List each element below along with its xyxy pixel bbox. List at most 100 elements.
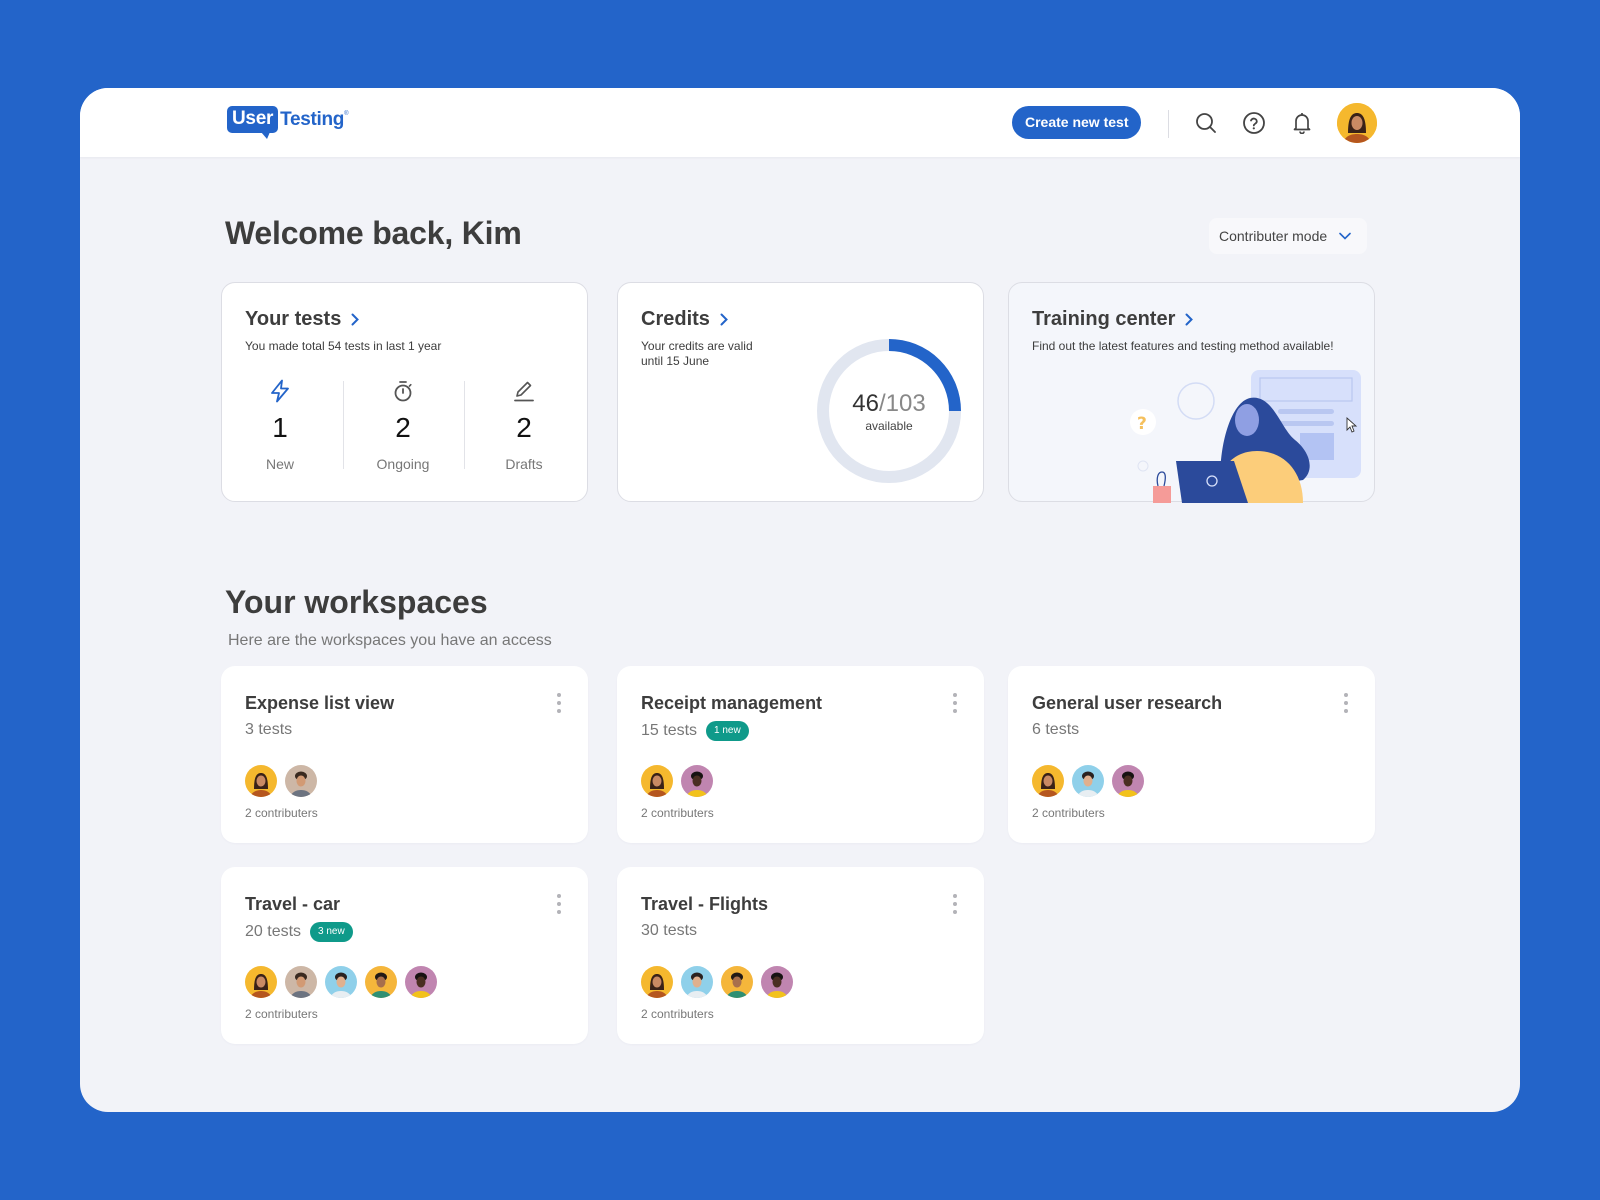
workspace-contributors: 2 contributers <box>245 806 318 820</box>
training-center-card: Training center Find out the latest feat… <box>1008 282 1375 503</box>
contributor-avatar[interactable] <box>245 765 277 797</box>
stat-ongoing-value: 2 <box>395 412 411 443</box>
create-new-test-button[interactable]: Create new test <box>1012 106 1142 139</box>
credits-subtitle: Your credits are valid until 15 June <box>641 339 753 369</box>
mode-dropdown-value: Contributer mode <box>1219 228 1328 244</box>
stat-ongoing[interactable]: 2 Ongoing <box>342 378 464 472</box>
workspace-name: Travel - Flights <box>641 894 769 914</box>
stopwatch-icon <box>342 378 464 404</box>
stat-new-label: New <box>265 456 294 472</box>
chevron-right-icon <box>720 313 728 326</box>
credits-subtitle-line2: until 15 June <box>641 354 710 368</box>
workspace-name: General user research <box>1032 693 1223 713</box>
contributor-avatar[interactable] <box>681 765 713 797</box>
stat-drafts[interactable]: 2 Drafts <box>463 378 585 472</box>
usertesting-logo[interactable]: User Testing ® <box>227 106 349 139</box>
workspaces-subtitle: Here are the workspaces you have an acce… <box>228 632 552 649</box>
stat-ongoing-label: Ongoing <box>376 456 430 472</box>
contributor-avatar[interactable] <box>1072 765 1104 797</box>
new-tests-badge: 1 new <box>706 721 749 741</box>
workspace-contributors: 2 contributers <box>641 806 714 820</box>
contributor-avatar[interactable] <box>405 966 437 998</box>
stat-new[interactable]: 1 New <box>219 378 341 472</box>
workspace-contributors: 2 contributers <box>1032 806 1105 820</box>
new-tests-badge: 3 new <box>310 922 353 942</box>
contributor-avatars <box>245 966 437 998</box>
more-options-icon[interactable] <box>950 894 960 914</box>
svg-text:?: ? <box>1137 414 1147 434</box>
workspace-count-row: 20 tests 3 new <box>245 922 353 942</box>
workspace-count-row: 30 tests <box>641 922 697 940</box>
contributor-avatar[interactable] <box>681 966 713 998</box>
workspace-card[interactable]: Travel - Flights 30 tests 2 contributers <box>617 867 984 1044</box>
contributor-avatar[interactable] <box>245 966 277 998</box>
chevron-right-icon <box>351 313 360 326</box>
logo-registered-mark: ® <box>344 111 349 117</box>
contributor-avatar[interactable] <box>721 966 753 998</box>
more-options-icon[interactable] <box>554 894 564 914</box>
lightning-icon <box>219 378 341 404</box>
contributor-avatar[interactable] <box>761 966 793 998</box>
contributor-avatar[interactable] <box>285 765 317 797</box>
stat-new-value: 1 <box>272 412 288 443</box>
your-tests-card: Your tests You made total 54 tests in la… <box>221 282 588 502</box>
credits-total-value: /103 <box>878 389 926 417</box>
your-tests-title: Your tests <box>245 308 342 330</box>
logo-testing-text: Testing <box>280 108 345 130</box>
contributor-avatar[interactable] <box>1032 765 1064 797</box>
credits-subtitle-line1: Your credits are valid <box>641 339 753 353</box>
pencil-icon <box>463 378 585 404</box>
workspaces-heading: Your workspaces <box>225 584 488 620</box>
user-avatar[interactable] <box>1337 103 1377 143</box>
credits-title: Credits <box>641 308 710 330</box>
more-options-icon[interactable] <box>950 693 960 713</box>
more-options-icon[interactable] <box>1341 693 1351 713</box>
contributor-avatar[interactable] <box>641 765 673 797</box>
workspace-count-row: 3 tests <box>245 721 292 739</box>
workspace-test-count: 20 tests <box>245 923 302 940</box>
credits-available-value: 46 <box>852 389 879 417</box>
workspace-card[interactable]: General user research 6 tests 2 contribu… <box>1008 666 1375 843</box>
logo-user-text: User <box>227 106 279 139</box>
chevron-down-icon <box>1339 232 1351 240</box>
contributor-avatars <box>245 765 317 797</box>
contributor-avatars <box>641 966 793 998</box>
workspace-card[interactable]: Receipt management 15 tests 1 new 2 cont… <box>617 666 984 843</box>
stat-drafts-label: Drafts <box>505 456 543 472</box>
stat-drafts-value: 2 <box>516 412 532 443</box>
search-icon[interactable] <box>1193 110 1219 136</box>
welcome-heading: Welcome back, Kim <box>225 215 522 251</box>
your-tests-link[interactable]: Your tests <box>245 308 360 331</box>
workspace-count-row: 6 tests <box>1032 721 1079 739</box>
contributor-avatar[interactable] <box>285 966 317 998</box>
workspace-test-count: 15 tests <box>641 722 698 739</box>
workspace-card[interactable]: Travel - car 20 tests 3 new 2 contribute… <box>221 867 588 1044</box>
contributor-avatar[interactable] <box>641 966 673 998</box>
workspace-name: Receipt management <box>641 693 823 713</box>
bell-icon[interactable] <box>1289 110 1315 136</box>
workspace-card[interactable]: Expense list view 3 tests 2 contributers <box>221 666 588 843</box>
credits-ring-label: 46/103 available <box>815 337 963 485</box>
workspace-test-count: 30 tests <box>641 922 698 939</box>
top-navigation-bar: User Testing ® Create new test <box>80 88 1520 157</box>
credits-available-label: available <box>865 418 913 433</box>
contributor-avatars <box>641 765 713 797</box>
workspace-name: Expense list view <box>245 693 395 713</box>
workspace-count-row: 15 tests 1 new <box>641 721 749 741</box>
help-icon[interactable] <box>1241 110 1267 136</box>
more-options-icon[interactable] <box>554 693 564 713</box>
contributor-avatar[interactable] <box>325 966 357 998</box>
workspace-test-count: 3 tests <box>245 721 293 738</box>
app-window: User Testing ® Create new test Welcome b… <box>80 88 1520 1112</box>
contributor-avatars <box>1032 765 1144 797</box>
workspace-contributors: 2 contributers <box>245 1007 318 1021</box>
training-illustration: ? <box>1130 370 1361 503</box>
credits-card: Credits Your credits are valid until 15 … <box>617 282 984 502</box>
workspace-test-count: 6 tests <box>1032 721 1080 738</box>
contributor-avatar[interactable] <box>1112 765 1144 797</box>
your-tests-subtitle: You made total 54 tests in last 1 year <box>245 339 442 353</box>
workspace-contributors: 2 contributers <box>641 1007 714 1021</box>
credits-link[interactable]: Credits <box>641 308 728 331</box>
contributor-avatar[interactable] <box>365 966 397 998</box>
mode-dropdown[interactable]: Contributer mode <box>1209 218 1368 254</box>
